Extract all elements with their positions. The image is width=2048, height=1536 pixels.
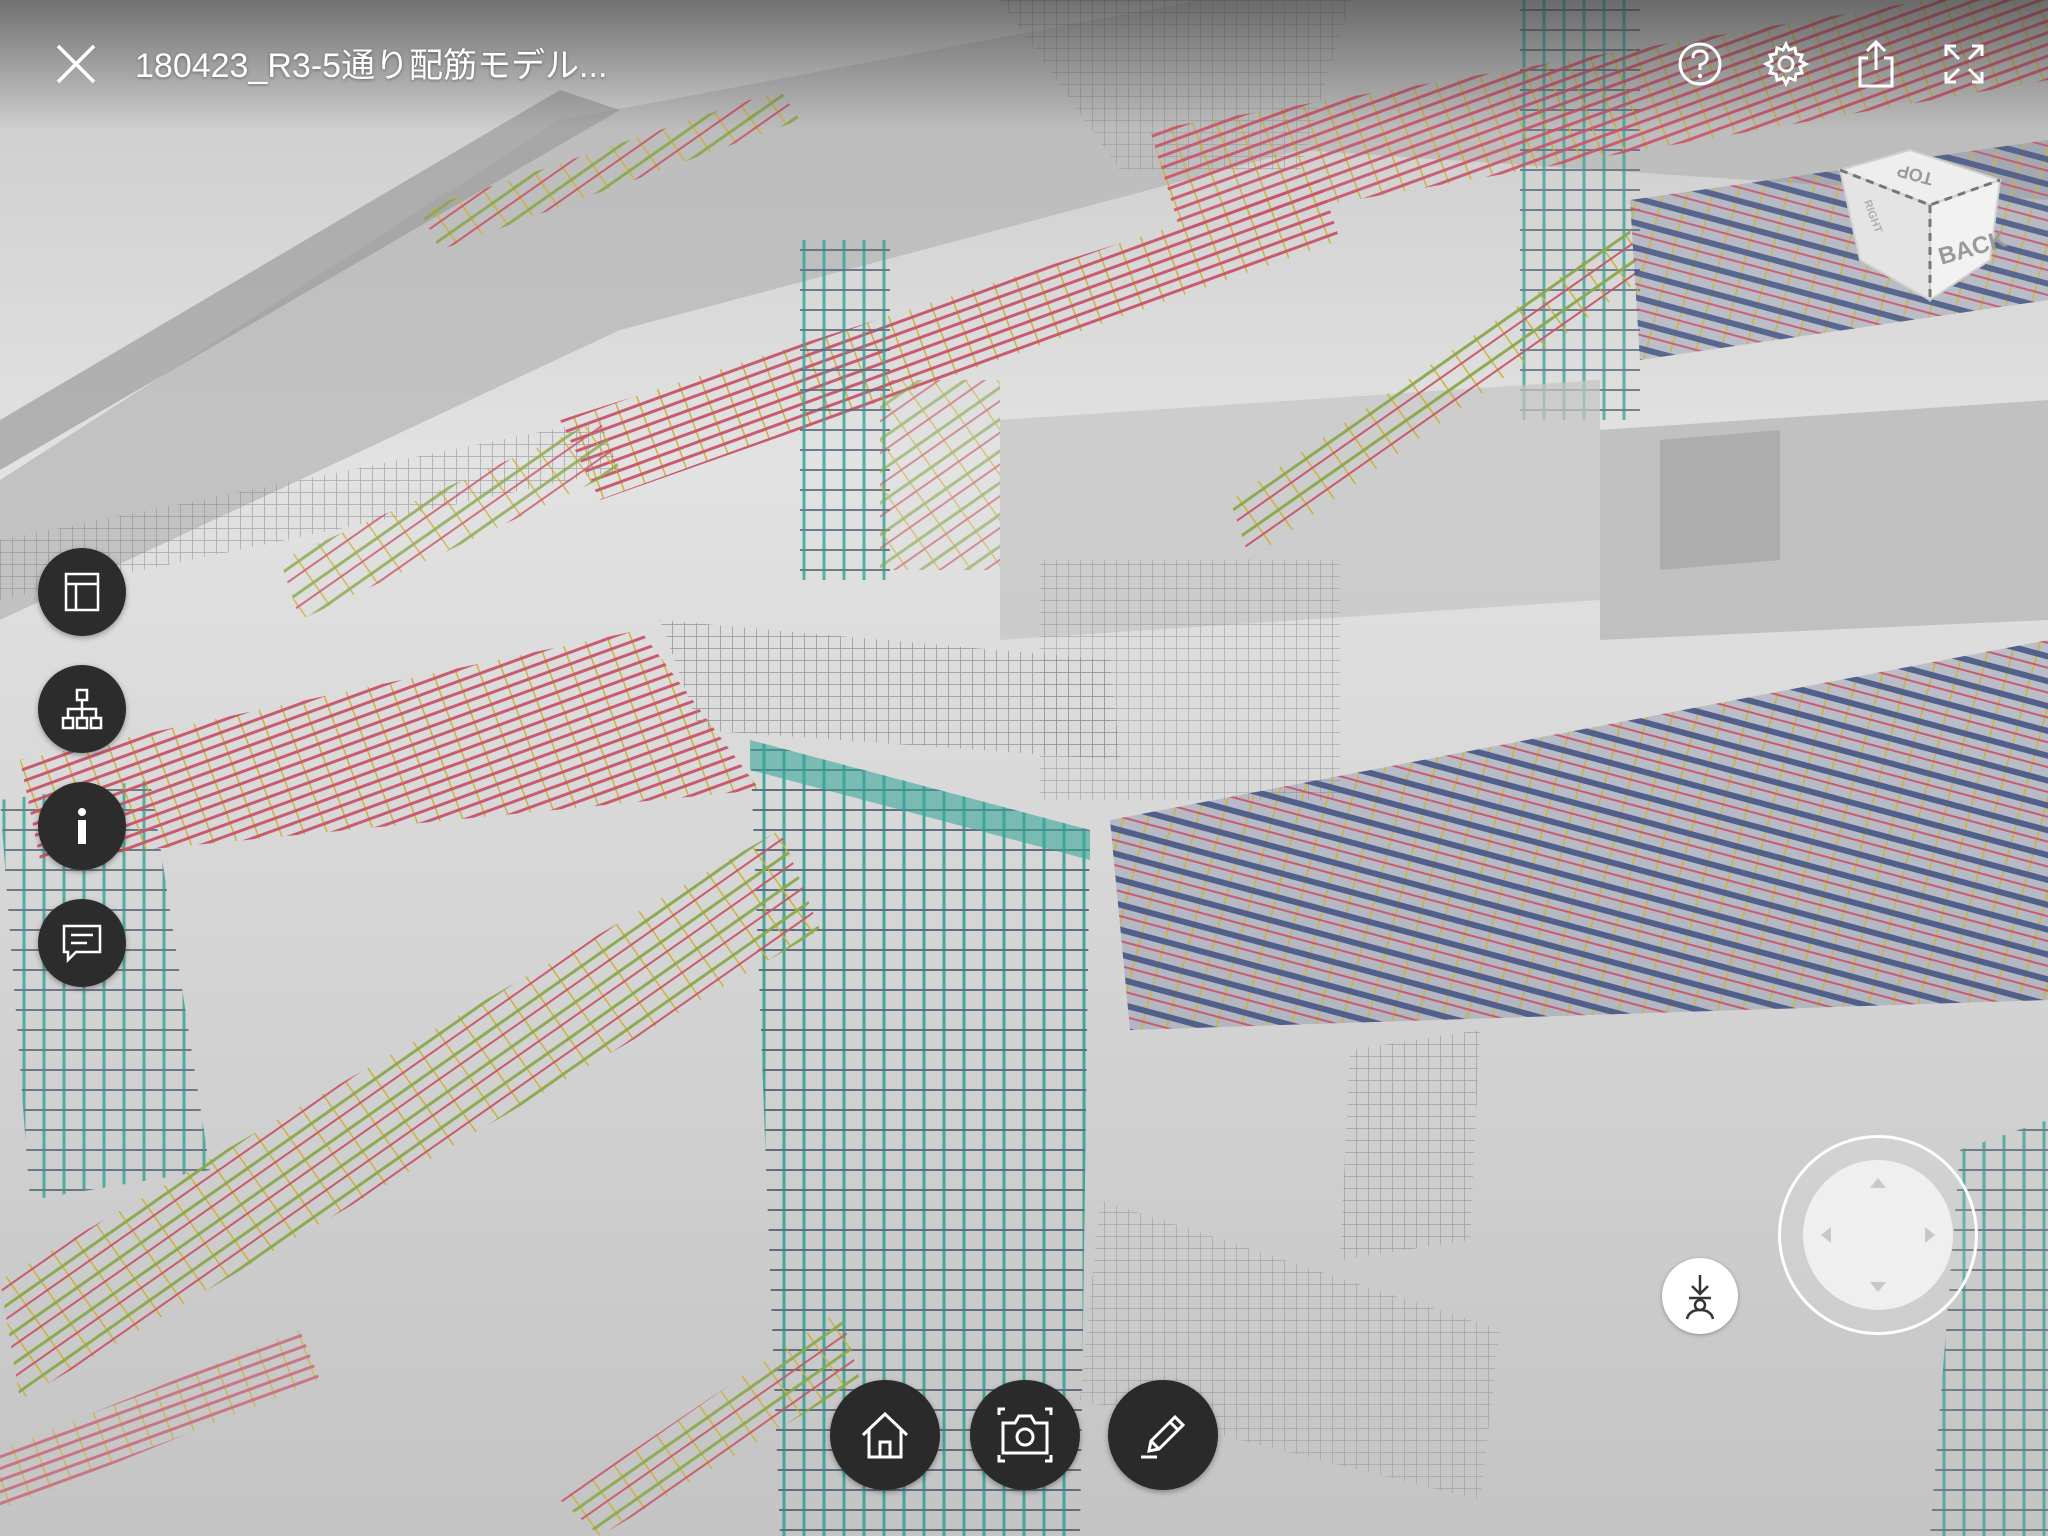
share-button[interactable]: [1852, 39, 1900, 88]
fullscreen-button[interactable]: [1940, 40, 1988, 88]
navigation-joystick[interactable]: [1778, 1135, 1978, 1335]
view-cube[interactable]: TOP RIGHT BACK: [1830, 140, 2010, 330]
fullscreen-icon: [1944, 44, 1984, 84]
sheets-icon: [64, 572, 100, 612]
share-icon: [1858, 39, 1894, 88]
markup-button[interactable]: [1108, 1380, 1218, 1490]
comments-button[interactable]: [38, 899, 126, 987]
help-icon: [1678, 42, 1722, 86]
camera-icon: [997, 1407, 1053, 1463]
walk-mode-icon: [1685, 1275, 1715, 1320]
close-button[interactable]: [52, 40, 100, 88]
arrow-right-icon: [1925, 1227, 1935, 1243]
settings-button[interactable]: [1762, 40, 1810, 88]
model-tree-button[interactable]: [38, 665, 126, 753]
snapshot-button[interactable]: [970, 1380, 1080, 1490]
markup-pencil-icon: [1141, 1414, 1186, 1459]
first-person-button[interactable]: [1662, 1258, 1738, 1334]
model-tree-icon: [61, 688, 103, 730]
model-viewport[interactable]: [0, 0, 2048, 1536]
gear-icon: [1762, 40, 1810, 88]
info-icon: [78, 808, 86, 844]
home-icon: [861, 1411, 909, 1459]
arrow-up-icon: [1870, 1178, 1886, 1188]
sheets-button[interactable]: [38, 548, 126, 636]
model-title: 180423_R3-5通り配筋モデル...: [135, 47, 608, 85]
arrow-down-icon: [1870, 1282, 1886, 1292]
home-view-button[interactable]: [830, 1380, 940, 1490]
close-icon: [56, 44, 96, 84]
properties-button[interactable]: [38, 782, 126, 870]
help-button[interactable]: [1676, 40, 1724, 88]
comments-icon: [62, 924, 102, 964]
joystick-pad[interactable]: [1803, 1160, 1953, 1310]
arrow-left-icon: [1821, 1227, 1831, 1243]
